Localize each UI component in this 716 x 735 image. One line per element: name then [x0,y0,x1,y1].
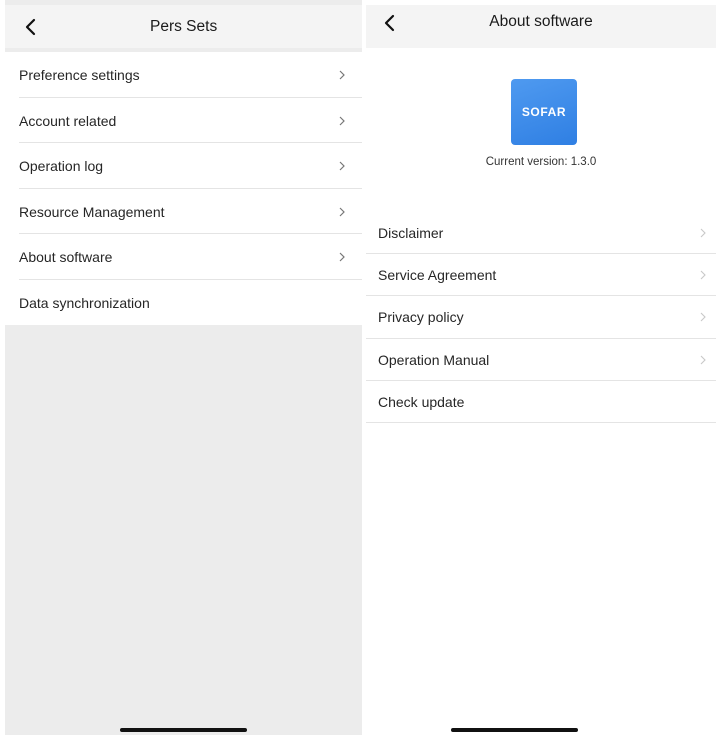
app-logo: SOFAR [511,79,577,145]
menu-item-operation-manual[interactable]: Operation Manual [366,339,716,381]
menu-item-label: Preference settings [19,67,140,83]
menu-item-data-synchronization[interactable]: Data synchronization [5,280,362,326]
menu-item-label: Data synchronization [19,294,150,311]
chevron-left-icon [25,18,36,36]
page-title: About software [489,13,593,30]
back-button[interactable] [376,9,402,37]
menu-item-disclaimer[interactable]: Disclaimer [366,212,716,255]
menu-item-privacy-policy[interactable]: Privacy policy [366,296,716,339]
settings-menu-list: Preference settings Account related Oper… [5,52,362,325]
chevron-right-icon [339,207,345,216]
chevron-right-icon [700,312,706,322]
chevron-right-icon [700,228,706,238]
divider [366,421,716,423]
menu-item-operation-log[interactable]: Operation log [5,143,362,189]
menu-item-service-agreement[interactable]: Service Agreement [366,254,716,297]
chevron-right-icon [339,116,345,125]
menu-item-label: Resource Management [19,203,165,220]
menu-item-about-software[interactable]: About software [5,234,362,280]
menu-item-preference-settings[interactable]: Preference settings [5,52,362,98]
menu-item-account-related[interactable]: Account related [5,98,362,143]
menu-item-label: Operation Manual [378,351,490,368]
about-software-screen: About software SOFAR Current version: 1.… [366,0,716,735]
menu-item-label: Operation log [19,158,104,174]
menu-item-resource-management[interactable]: Resource Management [5,189,362,234]
back-button[interactable] [17,13,43,41]
home-indicator[interactable] [120,728,247,732]
home-indicator[interactable] [451,728,578,732]
chevron-right-icon [339,252,345,262]
version-label: Current version: 1.3.0 [485,156,597,168]
menu-item-label: Service Agreement [378,267,497,284]
menu-item-label: About software [19,249,113,265]
menu-item-label: Privacy policy [378,309,464,326]
menu-item-label: Disclaimer [378,225,444,241]
menu-item-label: Check update [378,393,465,410]
chevron-right-icon [700,355,706,364]
chevron-left-icon [384,14,395,32]
menu-item-label: Account related [19,112,117,129]
page-title: Pers Sets [150,18,218,35]
navigation-bar: Pers Sets [5,5,362,48]
chevron-right-icon [700,270,706,280]
pers-sets-screen: Pers Sets Preference settings Account re… [5,0,362,735]
about-menu-list: Disclaimer Service Agreement Privacy pol… [366,212,716,423]
chevron-right-icon [339,161,345,171]
menu-item-check-update[interactable]: Check update [366,381,716,423]
chevron-right-icon [339,70,345,80]
logo-text: SOFAR [521,105,567,119]
navigation-bar: About software [366,5,716,48]
